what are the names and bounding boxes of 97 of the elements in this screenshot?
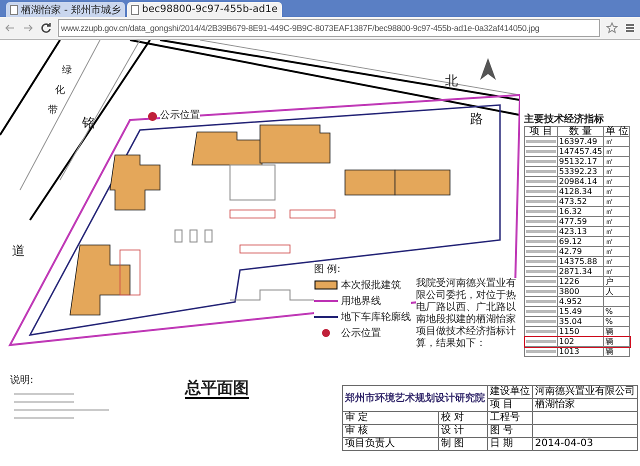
table-cell: 日 期 <box>488 438 532 450</box>
menu-icon[interactable] <box>624 22 636 34</box>
marker-label: 公示位置 <box>160 110 200 121</box>
zone-label: 绿 <box>62 65 72 76</box>
table-cell: 423.13 <box>558 226 604 236</box>
back-icon[interactable] <box>4 22 16 34</box>
table-cell: 42.79 <box>558 246 604 256</box>
column-header: 项 目 <box>524 126 558 136</box>
table-cell: ㎡ <box>604 176 630 186</box>
table-cell: 图 号 <box>488 424 532 438</box>
table-cell: 4.952 <box>558 296 604 306</box>
road-label: 铭 <box>82 116 95 131</box>
table-cell: 制 图 <box>438 438 488 450</box>
table-cell: 工程号 <box>488 412 532 424</box>
table-cell: ㎡ <box>604 266 630 276</box>
road-label: 路 <box>470 112 483 127</box>
table-cell: 14375.88 <box>558 256 604 266</box>
table-cell: ㎡ <box>604 216 630 226</box>
table-cell: ㎡ <box>604 166 630 176</box>
legend-label: 用地界线 <box>341 294 381 308</box>
institute-name: 郑州市环境艺术规划设计研究院 <box>342 386 488 412</box>
table-cell: 项 目 <box>488 398 532 412</box>
table-cell: 设 计 <box>438 424 488 438</box>
table-cell: 4128.34 <box>558 186 604 196</box>
table-cell: 16.32 <box>558 206 604 216</box>
table-cell: 辆 <box>604 346 630 356</box>
line-icon <box>314 314 338 320</box>
table-cell: ㎡ <box>604 226 630 236</box>
table-cell: 95132.17 <box>558 156 604 166</box>
table-cell: 栖湖怡家 <box>532 398 638 412</box>
table-cell: 20984.14 <box>558 176 604 186</box>
table-cell: 35.04 <box>558 316 604 326</box>
reload-icon[interactable] <box>40 22 52 34</box>
column-header: 单 位 <box>604 126 630 136</box>
table-cell: % <box>604 316 630 326</box>
table-cell: ㎡ <box>604 256 630 266</box>
table-cell: ㎡ <box>604 236 630 246</box>
swatch-icon <box>314 280 338 290</box>
legend-label: 地下车库轮廓线 <box>341 310 411 324</box>
table-cell: 2871.34 <box>558 266 604 276</box>
tab-title: bec98800-9c97-455b-ad1e <box>142 4 278 15</box>
table-cell: ㎡ <box>604 196 630 206</box>
table-cell: 辆 <box>604 326 630 336</box>
table-cell: 建设单位 <box>488 386 532 398</box>
table-cell: 102 <box>558 336 604 346</box>
star-icon[interactable] <box>606 22 618 34</box>
notes-title: 说明: <box>10 375 34 386</box>
table-cell: 辆 <box>604 336 630 346</box>
table-cell: 2014-04-03 <box>532 438 638 450</box>
page-icon <box>10 4 18 14</box>
browser-tab[interactable]: bec98800-9c97-455b-ad1e <box>126 2 282 17</box>
legend-title: 图 例: <box>314 263 342 276</box>
notes-line <box>14 417 74 419</box>
table-cell: 审 定 <box>342 412 438 424</box>
table-cell: ㎡ <box>604 136 630 146</box>
notes-line <box>14 401 74 403</box>
table-cell: ㎡ <box>604 186 630 196</box>
zone-label: 化 <box>55 85 65 96</box>
table-title: 主要技术经济指标 <box>524 112 605 126</box>
description-text: 我院受河南德兴置业有限公司委托，对位于热电厂路以西、广北路以南地段拟建的栖湖怡家项目做技术经济指标计算，结果如下： <box>416 278 518 350</box>
table-cell: ㎡ <box>604 146 630 156</box>
tab-title: 栖湖怡家 - 郑州市城乡 <box>21 4 121 16</box>
dot-icon <box>148 112 157 121</box>
legend-label: 本次报批建筑 <box>341 278 401 292</box>
table-cell: 审 核 <box>342 424 438 438</box>
table-cell: 477.59 <box>558 216 604 226</box>
table-cell: 3800 <box>558 286 604 296</box>
address-field[interactable]: www.zzupb.gov.cn/data_gongshi/2014/4/2B39B679-8E91-449C-9B9C-8073EAF1387F/bec98800-9c97-455b-ad1e-0a32af414050.jpg <box>58 19 600 37</box>
drawing-title: 总平面图 <box>185 378 249 399</box>
table-cell: 项目负责人 <box>342 438 438 450</box>
table-cell: 1013 <box>558 346 604 356</box>
table-cell: ㎡ <box>604 156 630 166</box>
table-cell: 69.12 <box>558 236 604 246</box>
table-cell: 河南德兴置业有限公司 <box>532 386 638 398</box>
browser-tab[interactable]: 栖湖怡家 - 郑州市城乡 <box>6 2 125 17</box>
column-header: 数 量 <box>558 126 604 136</box>
road-label: 北 <box>445 74 458 89</box>
table-cell: 户 <box>604 276 630 286</box>
legend-label: 公示位置 <box>341 326 381 340</box>
table-cell: 人 <box>604 286 630 296</box>
table-cell: 1150 <box>558 326 604 336</box>
table-cell: 15.49 <box>558 306 604 316</box>
table-cell: 校 对 <box>438 412 488 424</box>
road-label: 道 <box>12 244 25 259</box>
table-cell: 147457.45 <box>558 146 604 156</box>
table-cell: ㎡ <box>604 246 630 256</box>
table-cell: 1226 <box>558 276 604 286</box>
line-icon <box>314 298 338 304</box>
table-cell: 53392.23 <box>558 166 604 176</box>
table-cell: 16397.49 <box>558 136 604 146</box>
table-cell: ㎡ <box>604 206 630 216</box>
table-cell: 473.52 <box>558 196 604 206</box>
page-icon <box>130 4 139 14</box>
notes-line <box>14 393 74 395</box>
table-cell: % <box>604 306 630 316</box>
forward-icon[interactable] <box>22 22 34 34</box>
zone-label: 带 <box>48 105 58 116</box>
